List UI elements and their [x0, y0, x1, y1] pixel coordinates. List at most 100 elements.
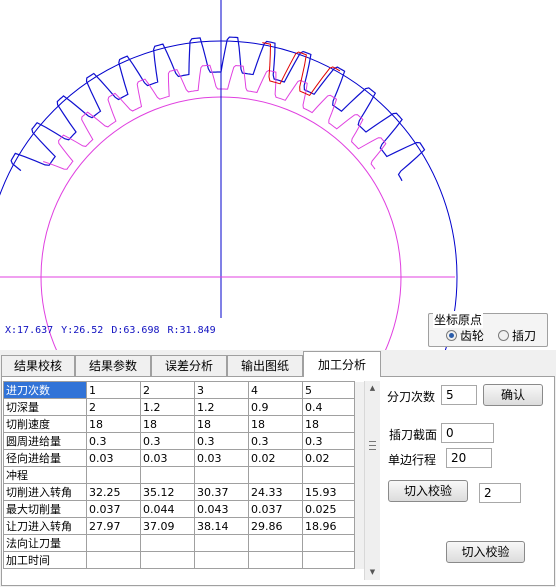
table-cell[interactable]: 0.03 [194, 449, 249, 467]
table-cell[interactable]: 0.3 [86, 432, 141, 450]
table-cell[interactable]: 5 [302, 381, 355, 399]
row-label-cell[interactable]: 最大切削量 [3, 500, 87, 518]
table-cell[interactable]: 37.09 [140, 517, 195, 535]
table-cell[interactable]: 18.96 [302, 517, 355, 535]
table-cell[interactable]: 18 [194, 415, 249, 433]
table-row[interactable]: 法向让刀量 [3, 534, 367, 552]
table-cell[interactable]: 0.4 [302, 398, 355, 416]
table-cell[interactable] [248, 466, 303, 484]
tab-error-analysis[interactable]: 误差分析 [151, 355, 227, 376]
section-input[interactable] [441, 423, 494, 443]
table-cell[interactable]: 0.3 [194, 432, 249, 450]
table-cell[interactable]: 0.03 [140, 449, 195, 467]
machining-table[interactable]: 进刀次数 1 2 3 4 5 切深量 2 1.2 1.2 0.9 0.4 切削速度 18 18 18 18 18 圆… [3, 381, 367, 569]
table-row[interactable]: 加工时间 [3, 551, 367, 569]
table-cell[interactable] [140, 534, 195, 552]
table-row[interactable]: 径向进给量 0.03 0.03 0.03 0.02 0.02 [3, 449, 367, 467]
tab-machining-analysis[interactable]: 加工分析 [303, 351, 381, 377]
table-row[interactable]: 圆周进给量 0.3 0.3 0.3 0.3 0.3 [3, 432, 367, 450]
table-cell[interactable]: 1.2 [194, 398, 249, 416]
table-cell[interactable]: 2 [140, 381, 195, 399]
table-cell[interactable]: 0.02 [302, 449, 355, 467]
table-cell[interactable]: 0.03 [86, 449, 141, 467]
row-label-cell[interactable]: 法向让刀量 [3, 534, 87, 552]
row-label-cell[interactable]: 切深量 [3, 398, 87, 416]
table-cell[interactable]: 24.33 [248, 483, 303, 501]
row-label-cell[interactable]: 圆周进给量 [3, 432, 87, 450]
origin-radio-gear[interactable]: 齿轮 [446, 327, 484, 344]
row-label-cell[interactable]: 冲程 [3, 466, 87, 484]
stroke-input[interactable] [446, 448, 492, 468]
table-cell[interactable]: 0.02 [248, 449, 303, 467]
table-row[interactable]: 切深量 2 1.2 1.2 0.9 0.4 [3, 398, 367, 416]
gear-drawing-canvas[interactable] [0, 0, 556, 350]
row-label-cell[interactable]: 切削进入转角 [3, 483, 87, 501]
table-cell[interactable]: 18 [248, 415, 303, 433]
table-cell[interactable] [302, 466, 355, 484]
table-row[interactable]: 冲程 [3, 466, 367, 484]
table-cell[interactable]: 0.9 [248, 398, 303, 416]
table-cell[interactable] [302, 534, 355, 552]
table-cell[interactable]: 0.037 [248, 500, 303, 518]
cut-in-check-button-2[interactable]: 切入校验 [446, 541, 525, 563]
table-cell[interactable]: 3 [194, 381, 249, 399]
table-cell[interactable] [140, 551, 195, 569]
table-cell[interactable]: 0.3 [302, 432, 355, 450]
tab-output-drawing[interactable]: 输出图纸 [227, 355, 303, 376]
row-label-cell[interactable]: 进刀次数 [3, 381, 87, 399]
cut-in-check-input[interactable] [479, 483, 521, 503]
table-cell[interactable] [248, 534, 303, 552]
table-cell[interactable] [194, 551, 249, 569]
table-cell[interactable]: 18 [86, 415, 141, 433]
origin-radio-cutter[interactable]: 插刀 [498, 327, 536, 344]
table-cell[interactable] [302, 551, 355, 569]
table-cell[interactable]: 1.2 [140, 398, 195, 416]
table-cell[interactable] [248, 551, 303, 569]
table-scrollbar[interactable]: ▲ ▼ [364, 381, 380, 580]
table-cell[interactable]: 0.3 [140, 432, 195, 450]
row-label-cell[interactable]: 切削速度 [3, 415, 87, 433]
table-cell[interactable]: 30.37 [194, 483, 249, 501]
scroll-up-icon[interactable]: ▲ [365, 381, 380, 396]
table-cell[interactable]: 0.037 [86, 500, 141, 518]
confirm-button[interactable]: 确认 [483, 384, 543, 406]
scroll-down-icon[interactable]: ▼ [365, 565, 380, 580]
row-label-cell[interactable]: 加工时间 [3, 551, 87, 569]
table-cell[interactable]: 0.044 [140, 500, 195, 518]
table-row[interactable]: 让刀进入转角 27.97 37.09 38.14 29.86 18.96 [3, 517, 367, 535]
table-row[interactable]: 最大切削量 0.037 0.044 0.043 0.037 0.025 [3, 500, 367, 518]
table-cell[interactable]: 18 [302, 415, 355, 433]
radio-label: 齿轮 [460, 329, 485, 343]
table-cell[interactable]: 15.93 [302, 483, 355, 501]
cut-in-check-button[interactable]: 切入校验 [388, 480, 468, 502]
table-cell[interactable]: 32.25 [86, 483, 141, 501]
table-cell[interactable]: 1 [86, 381, 141, 399]
row-label-cell[interactable]: 径向进给量 [3, 449, 87, 467]
table-header-row[interactable]: 进刀次数 1 2 3 4 5 [3, 381, 367, 399]
coord-y: Y:26.52 [61, 325, 104, 336]
table-row[interactable]: 切削速度 18 18 18 18 18 [3, 415, 367, 433]
section-label: 插刀截面 [389, 428, 438, 442]
table-cell[interactable]: 0.025 [302, 500, 355, 518]
table-cell[interactable]: 0.043 [194, 500, 249, 518]
table-cell[interactable] [86, 551, 141, 569]
table-cell[interactable]: 0.3 [248, 432, 303, 450]
passes-input[interactable] [441, 385, 477, 405]
table-cell[interactable] [140, 466, 195, 484]
table-cell[interactable]: 4 [248, 381, 303, 399]
row-label-cell[interactable]: 让刀进入转角 [3, 517, 87, 535]
table-cell[interactable] [86, 466, 141, 484]
table-cell[interactable]: 18 [140, 415, 195, 433]
table-cell[interactable] [194, 534, 249, 552]
table-row[interactable]: 切削进入转角 32.25 35.12 30.37 24.33 15.93 [3, 483, 367, 501]
scroll-thumb[interactable] [369, 441, 376, 450]
table-cell[interactable]: 35.12 [140, 483, 195, 501]
table-cell[interactable] [86, 534, 141, 552]
table-cell[interactable]: 38.14 [194, 517, 249, 535]
tab-result-params[interactable]: 结果参数 [75, 355, 151, 376]
tab-result-check[interactable]: 结果校核 [1, 355, 75, 376]
table-cell[interactable] [194, 466, 249, 484]
table-cell[interactable]: 29.86 [248, 517, 303, 535]
table-cell[interactable]: 27.97 [86, 517, 141, 535]
table-cell[interactable]: 2 [86, 398, 141, 416]
